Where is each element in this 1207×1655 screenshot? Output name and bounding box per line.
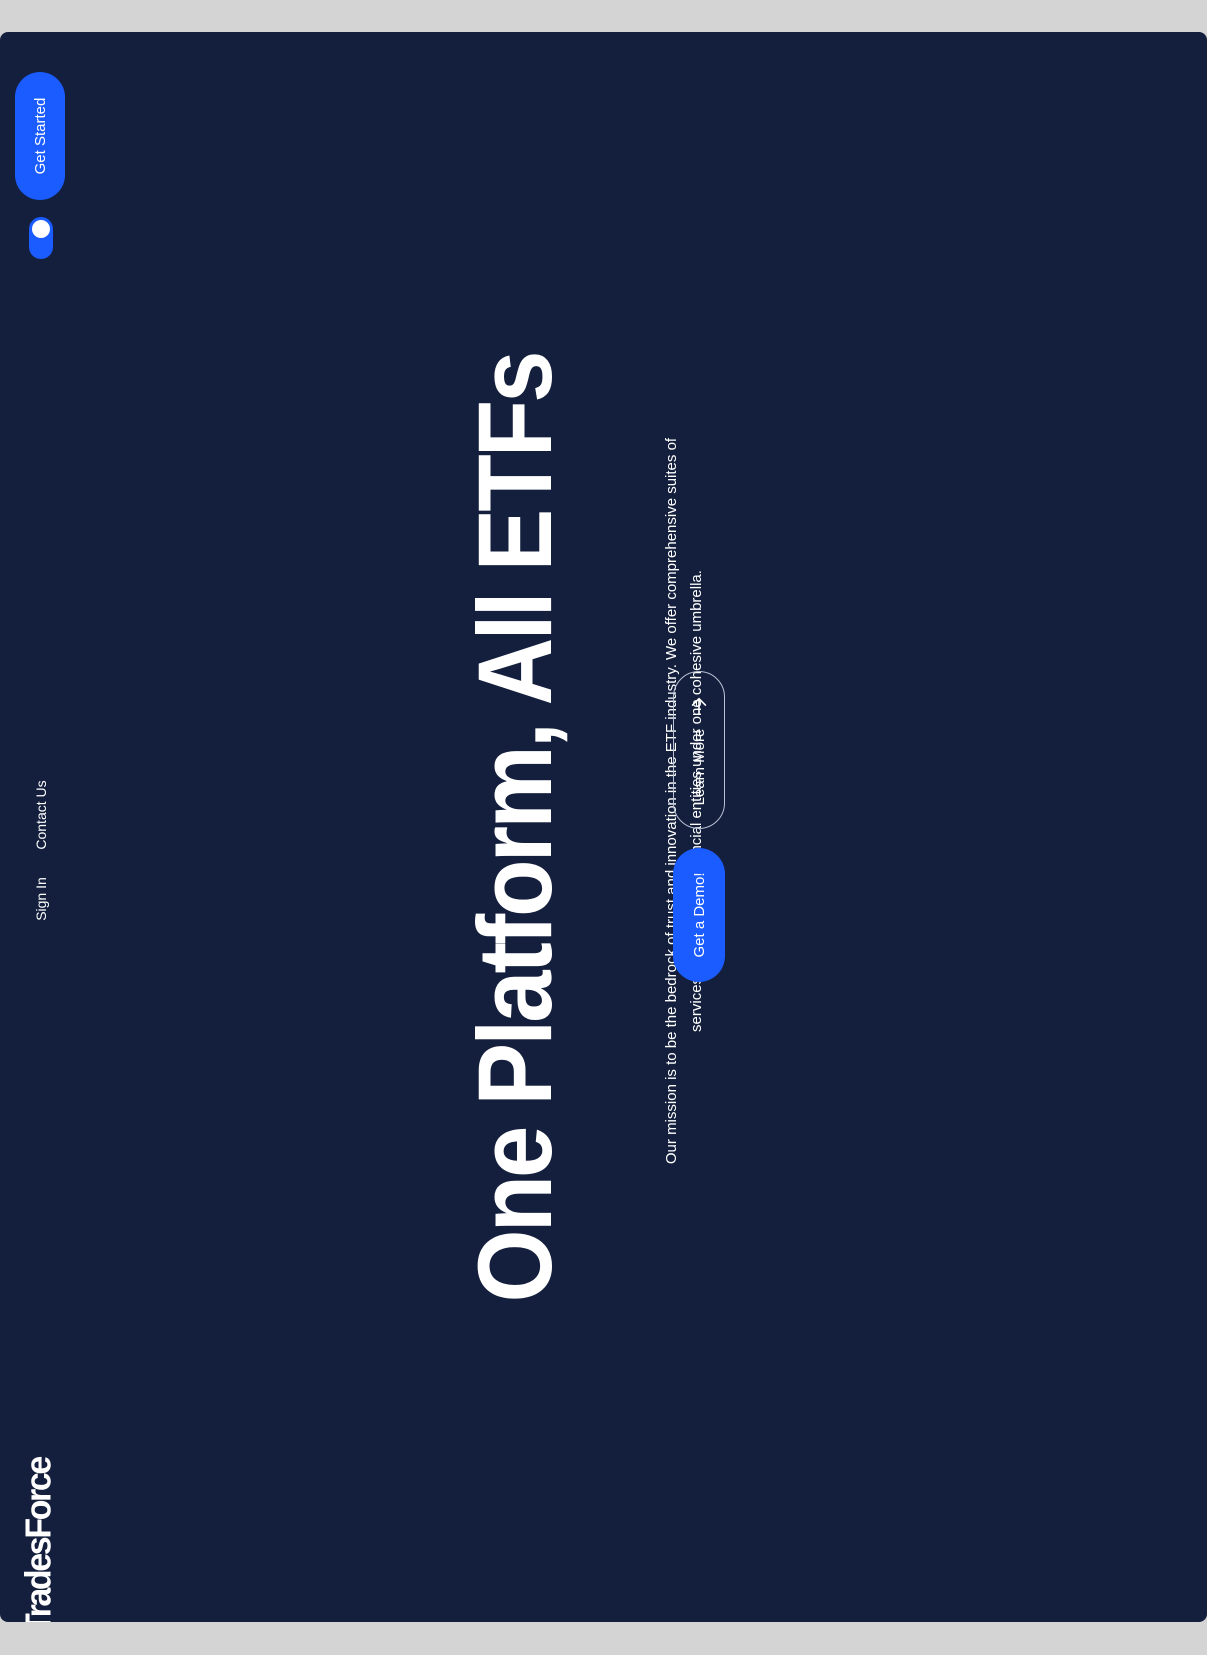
arrow-right-icon (691, 697, 707, 715)
learn-more-label: Learn More (690, 728, 708, 806)
nav-contact-us[interactable]: Contact Us (31, 768, 51, 862)
learn-more-button[interactable]: Learn More (673, 671, 725, 829)
get-a-demo-button[interactable]: Get a Demo! (673, 848, 725, 982)
theme-toggle[interactable] (29, 217, 53, 259)
nav-sign-in[interactable]: Sign In (31, 864, 51, 934)
toggle-knob (32, 220, 50, 238)
hero-headline: One Platform, All ETFs (456, 354, 574, 1303)
brand-logo[interactable]: TradesForce (19, 1458, 59, 1622)
hero-headline-text: One Platform, All ETFs (455, 353, 574, 1303)
hero-panel: TradesForce Sign In Contact Us Get Start… (0, 32, 1207, 1622)
get-started-button[interactable]: Get Started (15, 72, 65, 200)
